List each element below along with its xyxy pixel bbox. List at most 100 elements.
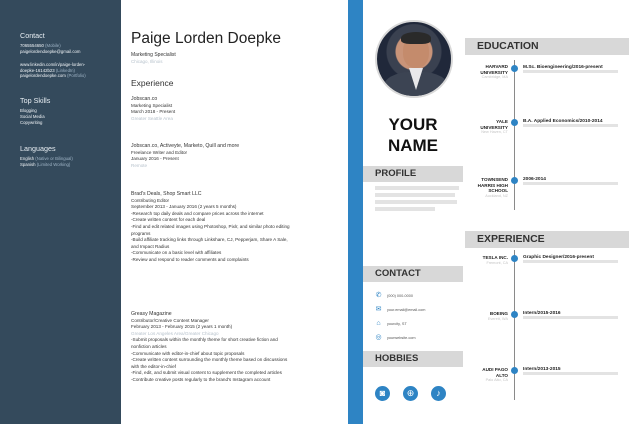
- job-bullet: nonfiction articles: [131, 343, 167, 349]
- role-placeholder: ​: [523, 260, 629, 265]
- school-name: TOWNSEND HARRIS HIGH SCHOOL Auckland, NZ: [463, 177, 508, 199]
- job-bullet: -Review and respond to reader comments a…: [131, 256, 249, 262]
- school-name: YALE UNIVERSITY New Haven, CT: [463, 119, 508, 136]
- company-name: AUDI PAGO ALTO Palo Alto, CA: [463, 367, 508, 384]
- job-bullet: -Build affiliate tracking links through …: [131, 237, 288, 243]
- contact-address-text: yourcity, ST: [387, 321, 407, 326]
- job-bullet: with the editor-in-chief: [131, 363, 176, 369]
- language-level: (Native or Bilingual): [35, 156, 73, 161]
- timeline-dot: [511, 65, 518, 72]
- guitar-icon: ♪: [431, 386, 446, 401]
- contact-phone[interactable]: ✆ (000) 000-0000: [375, 292, 413, 299]
- job-location: Remote: [131, 162, 148, 168]
- portfolio-note: (Portfolio): [67, 73, 86, 78]
- job-company: Brad's Deals, Shop Smart LLC: [131, 191, 202, 197]
- job-entry: Jobscan.co, Activeyte, Marketo, Quill an…: [131, 143, 343, 169]
- contact-heading: Contact: [20, 31, 45, 40]
- home-icon: ⌂: [376, 320, 381, 327]
- job-bullet: -Communicate with editor-in-chief about …: [131, 350, 245, 356]
- language-name: Spanish: [20, 162, 36, 167]
- timeline-dot: [511, 311, 518, 318]
- degree-placeholder: ​: [523, 124, 629, 129]
- job-bullet: -Find, edit, and submit visual content t…: [131, 370, 282, 376]
- company-location: Everett, WA: [487, 316, 508, 321]
- contact-address[interactable]: ⌂ yourcity, ST: [375, 320, 407, 327]
- job-entry: Greasy Magazine Contributor/Creative Con…: [131, 311, 343, 384]
- contact-phone-text: (000) 000-0000: [387, 293, 413, 298]
- timeline-dot: [511, 367, 518, 374]
- education-heading: EDUCATION: [465, 38, 629, 55]
- school-name: HARVARD UNIVERSITY Cambridge, MA: [463, 64, 508, 81]
- profile-label: PROFILE: [363, 166, 463, 182]
- company-location: Fremont, CA: [486, 260, 508, 265]
- school-location: Auckland, NZ: [485, 193, 508, 198]
- skills-heading: Top Skills: [20, 96, 51, 105]
- language-item: Spanish (Limited Working): [20, 162, 70, 168]
- role-placeholder: ​: [523, 372, 629, 377]
- linkedin-url-line2: doepke-16142b23: [20, 67, 55, 73]
- job-location: Greater Los Angeles Area/Greater Chicago: [131, 330, 219, 336]
- profile-photo: [375, 20, 453, 98]
- template-name-line2: NAME: [387, 136, 439, 155]
- linkedin-note: (LinkedIn): [55, 67, 75, 73]
- education-timeline: [514, 60, 515, 210]
- contact-website-text: yourwebsite.com: [387, 335, 416, 340]
- degree-entry: 2006-2014 ​: [523, 177, 629, 187]
- school-location: Cambridge, MA: [481, 75, 508, 79]
- template-name-line1: YOUR: [388, 115, 438, 134]
- job-dates: September 2013 - January 2016 (2 years 5…: [131, 204, 237, 210]
- resume-name: Paige Lorden Doepke: [131, 30, 281, 47]
- phone-note: (Mobile): [45, 43, 61, 48]
- resume-location: Chicago, Illinois: [131, 59, 163, 64]
- job-dates: February 2013 - February 2015 (2 years 1…: [131, 324, 233, 330]
- email-icon: ✉: [375, 306, 382, 313]
- job-company: Jobscan.co, Activeyte, Marketo, Quill an…: [131, 143, 240, 149]
- timeline-dot: [511, 255, 518, 262]
- template-name: YOUR NAME: [363, 114, 463, 156]
- job-bullet: -Create written content for each deal: [131, 217, 206, 223]
- degree-entry: B.A. Applied Economics/2010-2014 ​: [523, 119, 629, 129]
- resume-role: Marketing Specialist: [131, 52, 176, 58]
- job-company: Jobscan.co: [131, 96, 158, 102]
- resume-sidebar: Contact 7065554650 (Mobile) paigelordend…: [0, 0, 121, 424]
- linkedin-style-resume: Contact 7065554650 (Mobile) paigelordend…: [0, 0, 348, 424]
- job-bullet: -Communicate on a basic level with affil…: [131, 250, 222, 256]
- job-bullet: -Find and edit related images using Phot…: [131, 223, 290, 229]
- email-address[interactable]: paigelordendoepke@gmail.com: [20, 49, 81, 55]
- experience-heading-right: EXPERIENCE: [465, 231, 629, 248]
- job-entry: Jobscan.co Marketing Specialist March 20…: [131, 96, 343, 122]
- company-name: TESLA INC. Fremont, CA: [463, 255, 508, 266]
- contact-email-text: your.email@email.com: [387, 307, 426, 312]
- job-title: Freelance Writer and Editor: [131, 149, 188, 155]
- job-bullet: -Create written content surrounding the …: [131, 357, 288, 363]
- job-entry: Brad's Deals, Shop Smart LLC Contributin…: [131, 191, 343, 264]
- job-title: Contributor/Creative Content Manager: [131, 317, 209, 323]
- camera-icon: ◙: [375, 386, 390, 401]
- skill-item: Copywriting: [20, 120, 43, 125]
- role-entry: Intern/2015-2016 ​: [523, 311, 629, 321]
- language-name: English: [20, 156, 35, 161]
- skill-item: Social Media: [20, 114, 45, 119]
- timeline-dot: [511, 119, 518, 126]
- role-placeholder: ​: [523, 316, 629, 321]
- portfolio-line[interactable]: paigelordendoepke.com (Portfolio): [20, 73, 86, 79]
- portfolio-url: paigelordendoepke.com: [20, 73, 66, 78]
- job-title: Marketing Specialist: [131, 102, 173, 108]
- experience-timeline: [514, 250, 515, 400]
- contact-website[interactable]: ◎ yourwebsite.com: [375, 334, 416, 341]
- language-level: (Limited Working): [36, 162, 71, 167]
- job-title: Contributing Editor: [131, 197, 170, 203]
- timeline-dot: [511, 177, 518, 184]
- profile-placeholder-text: [375, 186, 459, 211]
- degree-placeholder: ​: [523, 70, 629, 75]
- language-item: English (Native or Bilingual): [20, 156, 73, 162]
- skill-item: Blogging: [20, 108, 37, 113]
- web-icon: ◎: [375, 334, 382, 341]
- role-entry: Intern/2013-2015 ​: [523, 367, 629, 377]
- contact-email[interactable]: ✉ your.email@email.com: [375, 306, 426, 313]
- degree-entry: M.Sc. Bioengineering/2016-present ​: [523, 65, 629, 75]
- job-dates: January 2016 - Present: [131, 156, 179, 162]
- company-name: BOEING Everett, WA: [463, 311, 508, 322]
- job-bullet: -Research top daily deals and compare pr…: [131, 210, 264, 216]
- experience-heading: Experience: [131, 78, 174, 88]
